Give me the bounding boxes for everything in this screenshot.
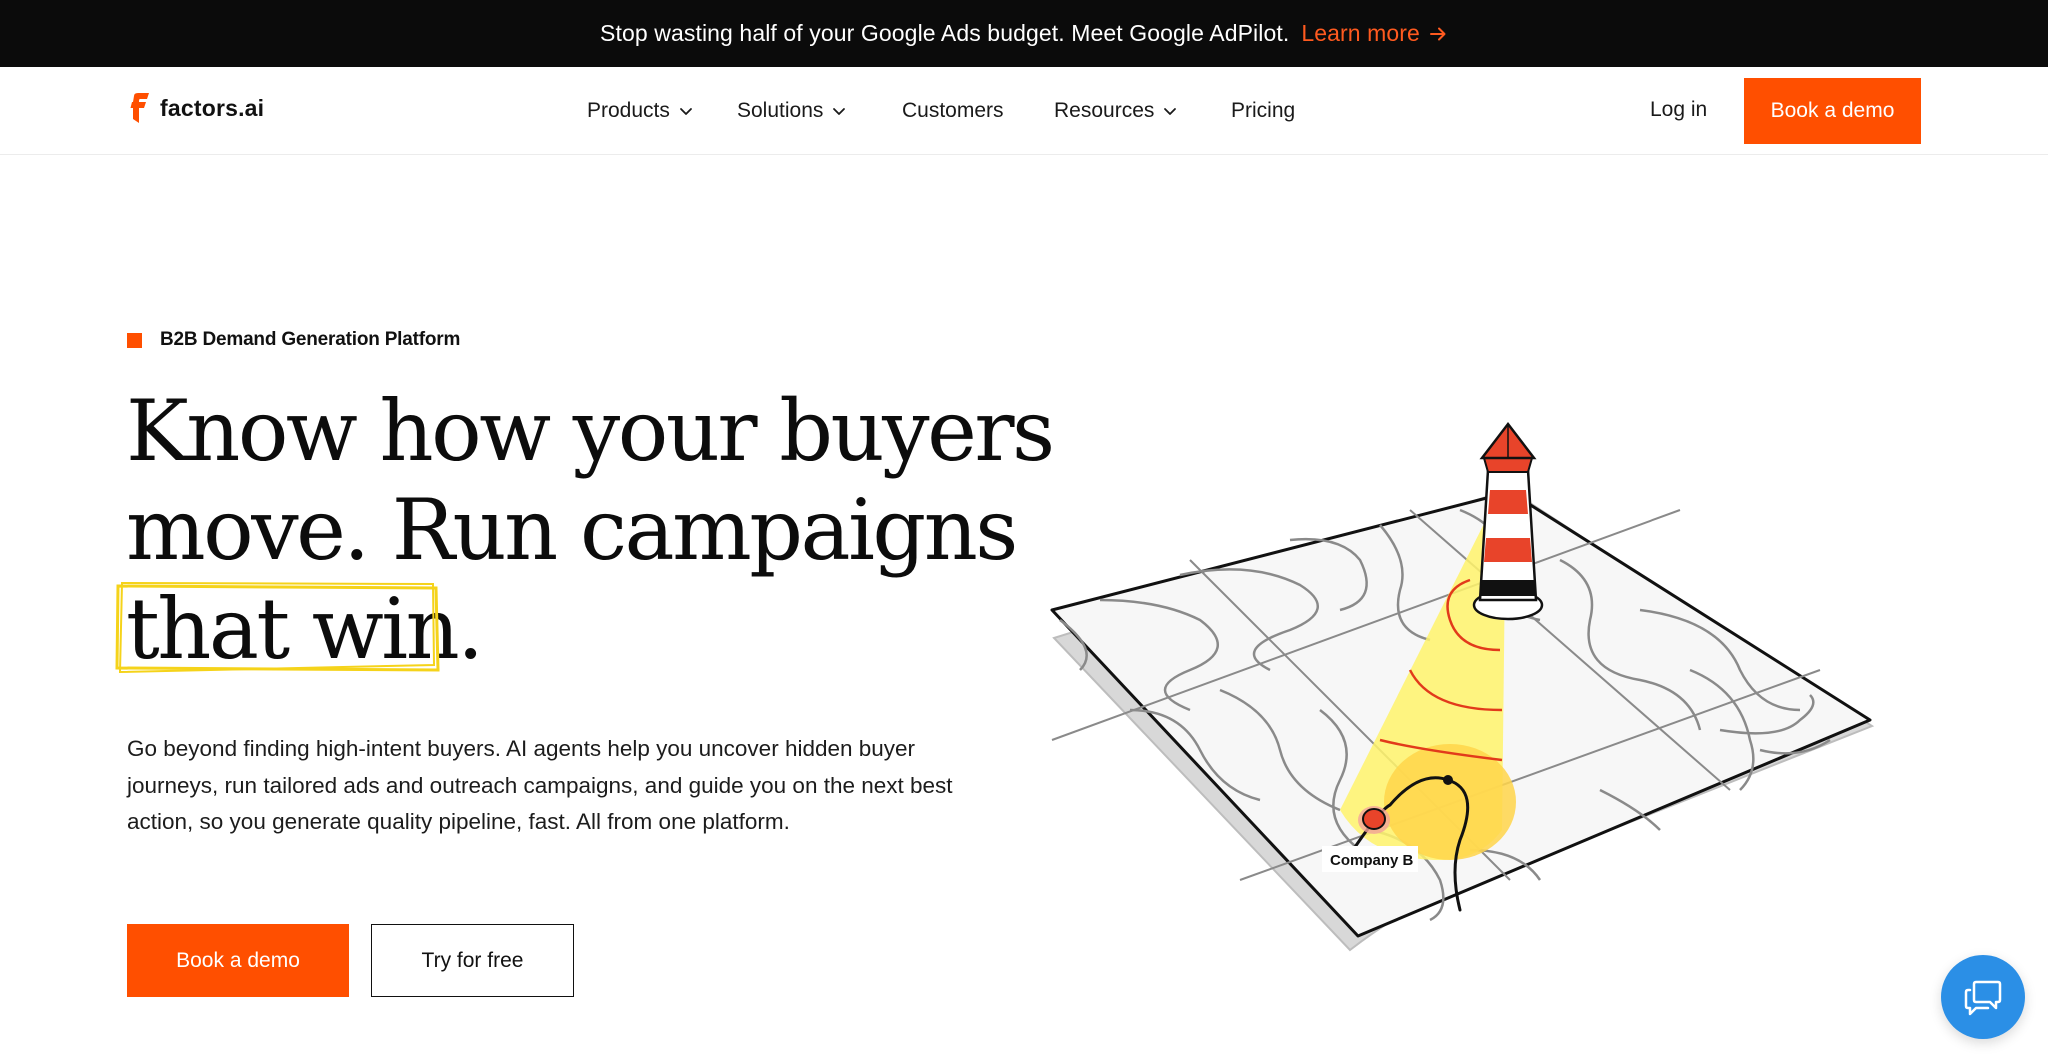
headline-highlight: that win. (115, 580, 484, 679)
hero-headline: Know how your buyers move. Run campaigns… (115, 382, 1055, 679)
nav-pricing-label: Pricing (1231, 99, 1296, 122)
headline-line-3: that win. (126, 580, 484, 678)
nav-products-label: Products (587, 99, 670, 122)
nav-resources-label: Resources (1054, 99, 1155, 122)
headline-line-1: Know how your buyers (126, 382, 1055, 480)
hero-subcopy: Go beyond finding high-intent buyers. AI… (127, 736, 953, 834)
hero-book-demo-button[interactable]: Book a demo (127, 924, 349, 997)
nav-products[interactable]: Products (587, 99, 693, 123)
chevron-down-icon (1164, 108, 1177, 115)
arrow-right-icon (1429, 27, 1446, 40)
nav-solutions-label: Solutions (737, 99, 824, 122)
hero-illustration: Company B (1040, 410, 1880, 970)
announcement-bar: Stop wasting half of your Google Ads bud… (0, 0, 2048, 67)
announcement-message: Stop wasting half of your Google Ads bud… (600, 20, 1290, 46)
logo-wordmark: factors.ai (160, 94, 265, 121)
lighthouse-map-illustration: Company B (1050, 421, 1875, 952)
header-book-demo-button[interactable]: Book a demo (1744, 78, 1921, 144)
factors-logo-icon (130, 93, 149, 123)
nav-resources[interactable]: Resources (1054, 99, 1177, 123)
marker-label: Company B (1330, 852, 1414, 869)
hero-eyebrow: B2B Demand Generation Platform (127, 329, 460, 351)
chevron-down-icon (679, 108, 692, 115)
chat-widget-button[interactable] (1941, 955, 2025, 1039)
nav-customers-label: Customers (902, 99, 1004, 122)
logo[interactable]: factors.ai (130, 92, 264, 124)
eyebrow-square-icon (127, 332, 142, 348)
nav-pricing[interactable]: Pricing (1231, 99, 1295, 123)
hero-try-free-button[interactable]: Try for free (371, 924, 574, 997)
learn-more-link[interactable]: Learn more (1301, 20, 1448, 47)
eyebrow-text: B2B Demand Generation Platform (160, 329, 461, 350)
learn-more-label: Learn more (1301, 20, 1420, 46)
chat-bubbles-icon (1964, 980, 2002, 1016)
chevron-down-icon (833, 108, 846, 115)
login-link[interactable]: Log in (1650, 98, 1707, 122)
nav-solutions[interactable]: Solutions (737, 99, 846, 123)
headline-line-3-wrapper: that win. (115, 580, 1026, 679)
site-header: factors.ai Products Solutions Customers … (0, 67, 2048, 155)
headline-line-2: move. Run campaigns (126, 481, 1018, 579)
nav-customers[interactable]: Customers (902, 99, 1004, 123)
